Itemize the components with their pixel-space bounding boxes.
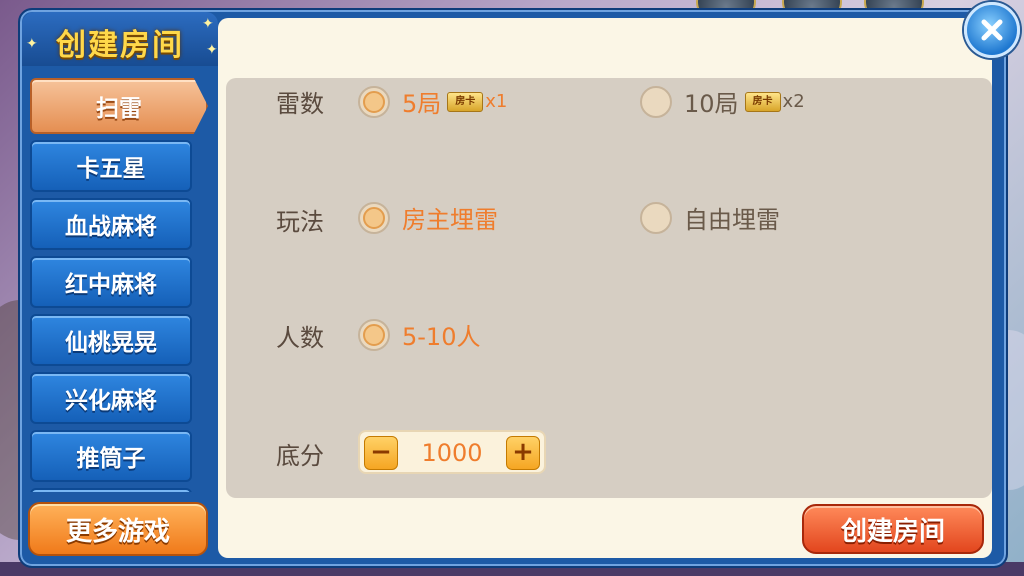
card-multiplier: x1 <box>485 91 508 112</box>
more-games-button[interactable]: 更多游戏 <box>28 502 208 556</box>
players-label: 人数 <box>276 324 324 352</box>
option-text: 5局 <box>402 90 442 118</box>
rounds-label: 雷数 <box>276 90 324 118</box>
base-score-label: 底分 <box>276 442 324 470</box>
room-card-icon: 房卡 <box>744 91 781 112</box>
tab-partial[interactable] <box>30 488 192 492</box>
dialog-title-badge: ✦ ✦ ✦ 创建房间 <box>22 12 218 66</box>
radio-selected-icon <box>358 318 390 351</box>
close-icon <box>981 19 1003 41</box>
radio-selected-icon <box>358 201 390 234</box>
tab-xing-hua-majiang[interactable]: 兴化麻将 <box>30 372 192 424</box>
option-text: 自由埋雷 <box>684 206 780 234</box>
mode-label: 玩法 <box>276 208 324 236</box>
base-score-value: 1000 <box>421 439 483 467</box>
options-inner-panel <box>226 78 992 498</box>
rounds-option-5[interactable]: 5局 房卡 x1 <box>358 84 507 119</box>
dialog-title: 创建房间 <box>56 28 184 63</box>
game-tab-list: 扫雷 卡五星 血战麻将 红中麻将 仙桃晃晃 兴化麻将 推筒子 <box>30 78 208 492</box>
increase-button[interactable]: + <box>506 436 540 470</box>
base-score-stepper: − 1000 + <box>358 430 546 474</box>
tab-sweep-mine[interactable]: 扫雷 <box>30 78 208 134</box>
tab-xian-tao-huang-huang[interactable]: 仙桃晃晃 <box>30 314 192 366</box>
option-text: 10局 <box>684 90 739 118</box>
option-text: 5-10人 <box>402 323 481 351</box>
close-button[interactable] <box>964 2 1020 58</box>
radio-unselected-icon <box>640 201 672 234</box>
card-multiplier: x2 <box>782 91 805 112</box>
tab-hong-zhong-majiang[interactable]: 红中麻将 <box>30 256 192 308</box>
tab-xue-zhan-majiang[interactable]: 血战麻将 <box>30 198 192 250</box>
mode-option-host-mine[interactable]: 房主埋雷 <box>358 200 498 235</box>
mode-option-free-mine[interactable]: 自由埋雷 <box>640 200 780 235</box>
tab-tui-tong-zi[interactable]: 推筒子 <box>30 430 192 482</box>
room-card-icon: 房卡 <box>447 91 484 112</box>
option-text: 房主埋雷 <box>402 206 498 234</box>
create-room-button[interactable]: 创建房间 <box>802 504 984 554</box>
rounds-option-10[interactable]: 10局 房卡 x2 <box>640 84 805 119</box>
players-option-5-10[interactable]: 5-10人 <box>358 317 480 352</box>
radio-selected-icon <box>358 85 390 118</box>
decrease-button[interactable]: − <box>364 436 398 470</box>
tab-ka-wu-xing[interactable]: 卡五星 <box>30 140 192 192</box>
radio-unselected-icon <box>640 85 672 118</box>
